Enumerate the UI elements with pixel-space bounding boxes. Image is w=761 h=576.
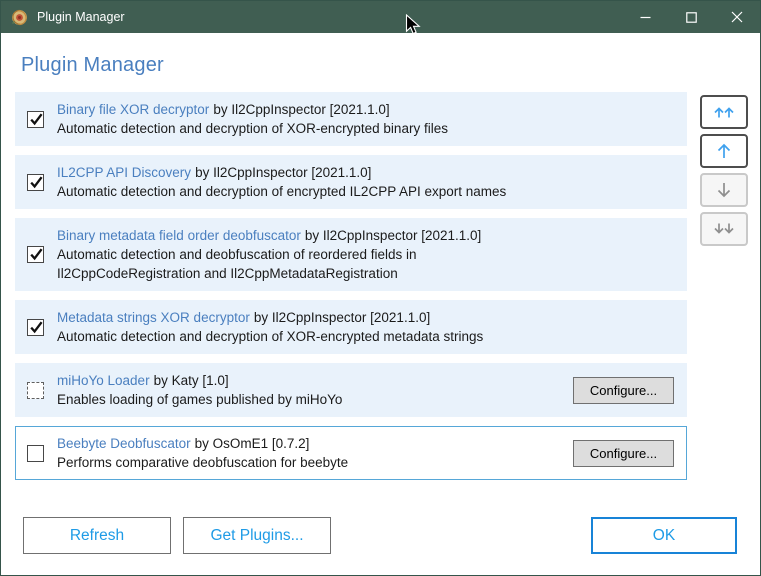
refresh-button[interactable]: Refresh (23, 517, 171, 554)
plugin-row[interactable]: Beebyte Deobfuscator by OsOmE1 [0.7.2] Pe… (15, 426, 687, 480)
double-up-arrow-icon (714, 107, 734, 118)
configure-button[interactable]: Configure... (573, 376, 674, 404)
page-title: Plugin Manager (21, 54, 164, 76)
move-to-top-button[interactable] (700, 95, 748, 129)
plugin-row[interactable]: Binary file XOR decryptor by Il2CppInspec… (15, 92, 687, 146)
close-button[interactable] (714, 1, 760, 33)
plugin-checkbox[interactable] (27, 444, 44, 462)
plugin-name-link[interactable]: Metadata strings XOR decryptor (57, 310, 250, 325)
down-arrow-icon (717, 183, 731, 198)
checkmark-icon (30, 248, 43, 261)
maximize-icon (685, 11, 697, 23)
plugin-byline: by Il2CppInspector [2021.1.0] (195, 165, 372, 180)
plugin-row[interactable]: Metadata strings XOR decryptor by Il2CppI… (15, 300, 687, 354)
ok-button[interactable]: OK (591, 517, 737, 554)
move-to-bottom-button (700, 212, 748, 246)
reorder-buttons (700, 95, 748, 246)
plugin-description: Performs comparative deobfuscation for b… (57, 455, 349, 470)
minimize-icon (640, 16, 650, 18)
plugin-checkbox[interactable] (27, 173, 44, 191)
plugin-manager-window: Plugin Manager Plugin Manager Binary fil… (0, 0, 761, 576)
checkmark-icon (30, 176, 43, 188)
plugin-byline: by Katy [1.0] (153, 373, 229, 388)
plugin-description: Automatic detection and deobfuscation of… (57, 247, 417, 281)
plugin-checkbox[interactable] (27, 246, 44, 263)
plugin-row[interactable]: Binary metadata field order deobfuscator… (15, 218, 687, 291)
plugin-byline: by Il2CppInspector [2021.1.0] (213, 102, 390, 117)
plugin-checkbox[interactable] (27, 381, 44, 399)
plugin-list: Binary file XOR decryptor by Il2CppInspec… (15, 92, 687, 480)
plugin-name-link[interactable]: miHoYo Loader (57, 373, 150, 388)
plugin-description: Automatic detection and decryption of en… (57, 184, 507, 199)
plugin-name-link[interactable]: Binary metadata field order deobfuscator (57, 228, 301, 243)
plugin-description: Enables loading of games published by mi… (57, 392, 343, 407)
plugin-name-link[interactable]: IL2CPP API Discovery (57, 165, 191, 180)
plugin-description: Automatic detection and decryption of XO… (57, 121, 448, 136)
titlebar: Plugin Manager (1, 1, 760, 33)
plugin-checkbox[interactable] (27, 110, 44, 128)
up-arrow-icon (717, 143, 731, 158)
plugin-byline: by Il2CppInspector [2021.1.0] (253, 310, 431, 325)
checkmark-icon (30, 113, 43, 125)
close-icon (731, 11, 743, 23)
double-down-arrow-icon (714, 223, 734, 234)
checkmark-icon (30, 321, 43, 333)
plugin-checkbox[interactable] (27, 318, 44, 336)
rose-app-icon (12, 9, 27, 25)
plugin-row[interactable]: miHoYo Loader by Katy [1.0] Enables loadi… (15, 363, 687, 417)
plugin-row[interactable]: IL2CPP API Discovery by Il2CppInspector [… (15, 155, 687, 209)
move-down-button (700, 173, 748, 207)
move-up-button[interactable] (700, 134, 748, 168)
plugin-description: Automatic detection and decryption of XO… (57, 329, 484, 344)
maximize-button[interactable] (668, 1, 714, 33)
minimize-button[interactable] (622, 1, 668, 33)
window-title: Plugin Manager (37, 10, 125, 24)
get-plugins-button[interactable]: Get Plugins... (183, 517, 331, 554)
configure-button[interactable]: Configure... (573, 439, 674, 467)
plugin-byline: by Il2CppInspector [2021.1.0] (304, 228, 482, 243)
plugin-name-link[interactable]: Beebyte Deobfuscator (57, 436, 191, 451)
plugin-byline: by OsOmE1 [0.7.2] (194, 436, 310, 451)
plugin-name-link[interactable]: Binary file XOR decryptor (57, 102, 209, 117)
